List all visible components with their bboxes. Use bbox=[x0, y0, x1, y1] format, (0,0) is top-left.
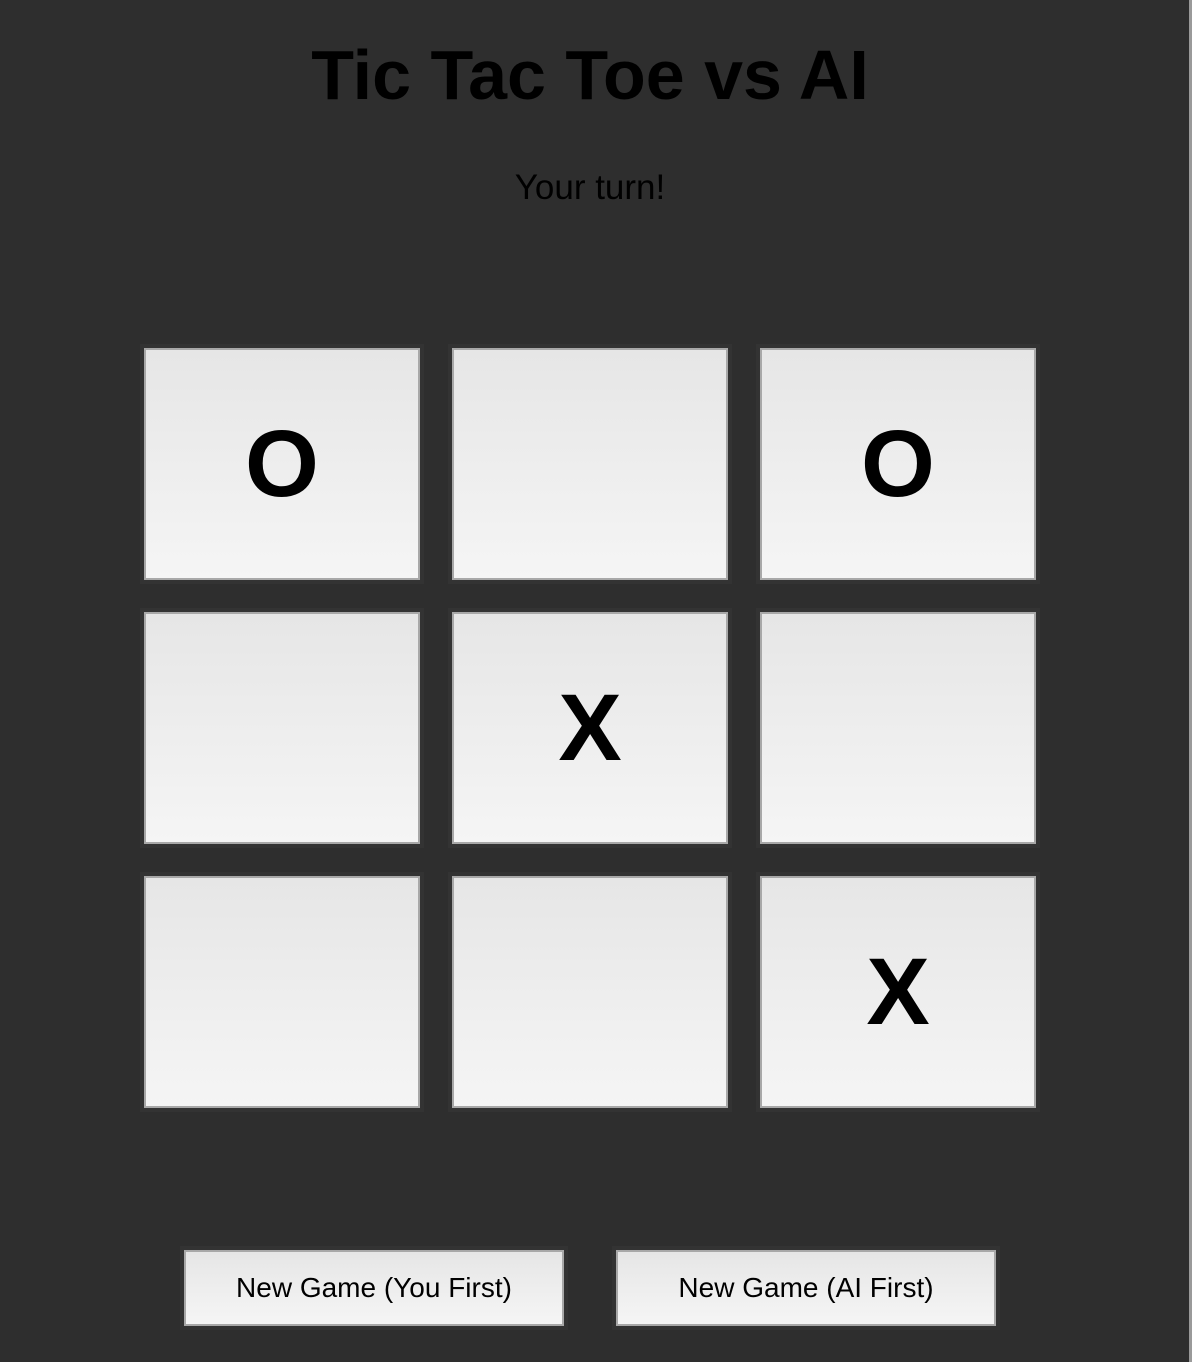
new-game-you-first-button[interactable]: New Game (You First) bbox=[184, 1250, 564, 1326]
board-cell-5[interactable]: X bbox=[452, 612, 728, 844]
page-title: Tic Tac Toe vs AI bbox=[311, 36, 869, 114]
board-cell-2[interactable] bbox=[452, 348, 728, 580]
board-cell-7[interactable] bbox=[144, 876, 420, 1108]
game-board: O O X X bbox=[144, 348, 1036, 1108]
board-cell-8[interactable] bbox=[452, 876, 728, 1108]
board-cell-9[interactable]: X bbox=[760, 876, 1036, 1108]
board-cell-6[interactable] bbox=[760, 612, 1036, 844]
new-game-ai-first-button[interactable]: New Game (AI First) bbox=[616, 1250, 996, 1326]
board-cell-3[interactable]: O bbox=[760, 348, 1036, 580]
turn-status: Your turn! bbox=[514, 168, 666, 207]
board-cell-1[interactable]: O bbox=[144, 348, 420, 580]
board-cell-4[interactable] bbox=[144, 612, 420, 844]
